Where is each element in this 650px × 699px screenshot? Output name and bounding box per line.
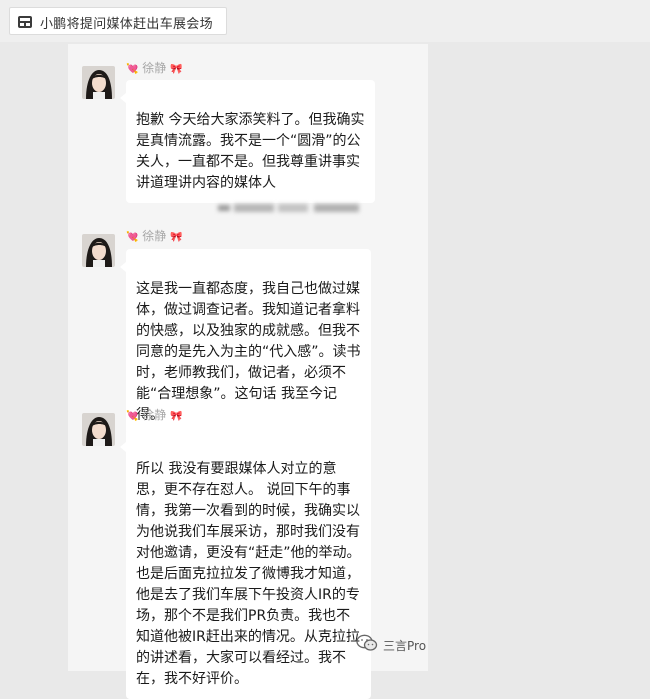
hearts-icon: 💘	[126, 64, 139, 75]
message-bubble[interactable]: 抱歉 今天给大家添笑料了。但我确实是真情流露。我不是一个“圆滑”的公关人，一直都…	[120, 80, 375, 203]
page-favicon-icon	[17, 14, 33, 30]
message-text: 抱歉 今天给大家添笑料了。但我确实是真情流露。我不是一个“圆滑”的公关人，一直都…	[136, 112, 365, 191]
sender-name-row: 💘 徐静 🎀	[126, 227, 183, 244]
browser-tab[interactable]: 小鹏将提问媒体赶出车展会场	[9, 7, 227, 35]
avatar[interactable]	[82, 234, 115, 267]
hearts-icon: 💘	[126, 232, 139, 243]
avatar[interactable]	[82, 66, 115, 99]
redacted-text	[218, 200, 363, 214]
tab-title: 小鹏将提问媒体赶出车展会场	[40, 17, 213, 32]
hearts-icon: 💘	[126, 411, 139, 422]
title-bar: 小鹏将提问媒体赶出车展会场	[0, 0, 650, 42]
sender-name: 徐静	[142, 61, 167, 75]
chat-panel[interactable]: 💘 徐静 🎀 抱歉 今天给大家添笑料了。但我确实是真情流露。我不是一个“圆滑”的…	[68, 44, 428, 699]
avatar[interactable]	[82, 413, 115, 446]
sender-name-row: 💘 徐静 🎀	[126, 59, 183, 76]
sender-name-row: 💘 徐静 🎀	[126, 406, 183, 423]
bow-icon: 🎀	[170, 411, 183, 422]
message-text: 所以 我没有要跟媒体人对立的意思，更不存在怼人。 说回下午的事情，我第一次看到的…	[136, 461, 361, 687]
message-bubble[interactable]: 所以 我没有要跟媒体人对立的意思，更不存在怼人。 说回下午的事情，我第一次看到的…	[120, 429, 371, 699]
sender-name: 徐静	[142, 408, 167, 422]
wechat-icon	[356, 634, 378, 656]
message-text: 这是我一直都态度，我自己也做过媒体，做过调查记者。我知道记者拿料的快感，以及独家…	[136, 281, 361, 423]
watermark-text: 三言Pro	[383, 638, 427, 653]
bow-icon: 🎀	[170, 64, 183, 75]
watermark: 三言Pro	[356, 633, 426, 657]
bow-icon: 🎀	[170, 232, 183, 243]
sender-name: 徐静	[142, 229, 167, 243]
